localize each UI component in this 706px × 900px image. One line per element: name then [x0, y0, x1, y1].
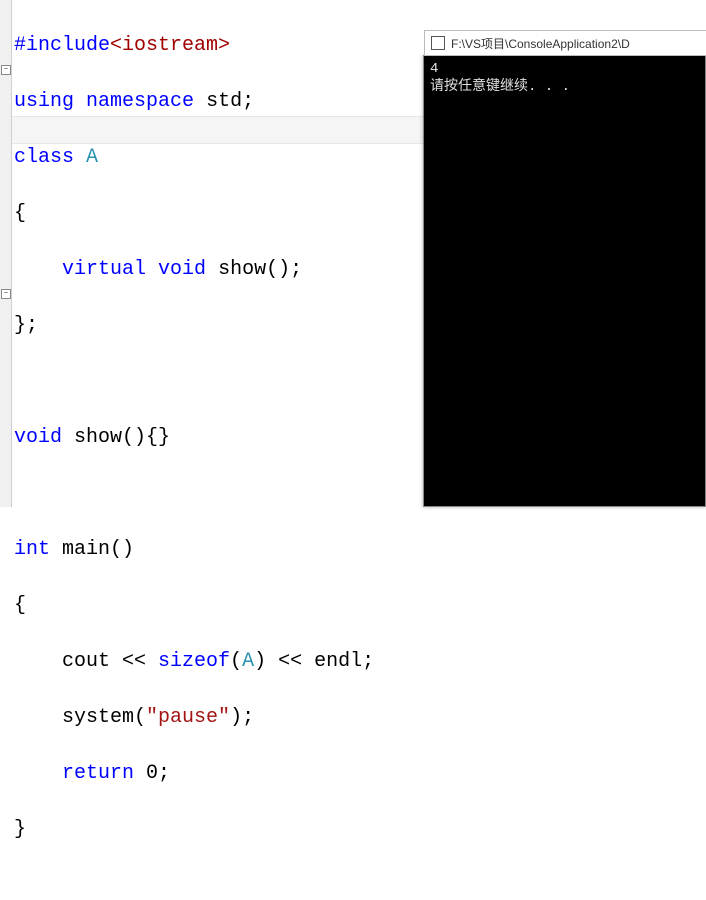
semi: ; — [242, 90, 254, 113]
code-content[interactable]: #include<iostream> using namespace std; … — [14, 4, 374, 900]
keyword: return — [62, 762, 134, 785]
code-line[interactable]: }; — [14, 312, 374, 340]
func: show — [74, 426, 122, 449]
brace: { — [14, 594, 26, 617]
fold-icon[interactable]: − — [1, 289, 11, 299]
console-window[interactable]: F:\VS项目\ConsoleApplication2\D 4 请按任意键继续.… — [423, 55, 706, 507]
type: A — [242, 650, 254, 673]
console-title-text: F:\VS项目\ConsoleApplication2\D — [451, 35, 630, 52]
code-line[interactable]: virtual void show(); — [14, 256, 374, 284]
paren: ); — [230, 706, 254, 729]
code-line[interactable]: using namespace std; — [14, 88, 374, 116]
indent — [14, 650, 62, 673]
ident: std — [206, 90, 242, 113]
code-line[interactable]: int main() — [14, 536, 374, 564]
parens: (){} — [122, 426, 170, 449]
output-line: 请按任意键继续. . . — [430, 79, 570, 95]
keyword: void — [158, 258, 206, 281]
console-app-icon — [431, 36, 445, 50]
string: "pause" — [146, 706, 230, 729]
brace: }; — [14, 314, 38, 337]
func: system — [62, 706, 134, 729]
code-line[interactable]: cout << sizeof(A) << endl; — [14, 648, 374, 676]
keyword: class — [14, 146, 74, 169]
output-line: 4 — [430, 61, 438, 77]
parens: (); — [266, 258, 302, 281]
console-titlebar[interactable]: F:\VS项目\ConsoleApplication2\D — [424, 30, 706, 56]
code-line[interactable]: return 0; — [14, 760, 374, 788]
code-line[interactable] — [14, 480, 374, 508]
keyword: int — [14, 538, 50, 561]
type: A — [86, 146, 98, 169]
brace: } — [14, 818, 26, 841]
code-line[interactable]: void show(){} — [14, 424, 374, 452]
gutter: − − — [0, 0, 12, 507]
code-line[interactable]: { — [14, 200, 374, 228]
keyword: namespace — [86, 90, 194, 113]
preproc: #include — [14, 34, 110, 57]
indent — [14, 706, 62, 729]
code-line[interactable]: { — [14, 592, 374, 620]
code-line[interactable]: class A — [14, 144, 374, 172]
keyword: using — [14, 90, 74, 113]
code-line[interactable]: } — [14, 816, 374, 844]
keyword: virtual — [62, 258, 146, 281]
indent — [14, 762, 62, 785]
code-line[interactable]: system("pause"); — [14, 704, 374, 732]
func: main — [62, 538, 110, 561]
parens: () — [110, 538, 134, 561]
func: show — [218, 258, 266, 281]
header: iostream — [122, 34, 218, 57]
fold-icon[interactable]: − — [1, 65, 11, 75]
console-output[interactable]: 4 请按任意键继续. . . — [424, 56, 705, 100]
brace: { — [14, 202, 26, 225]
text: ) << endl; — [254, 650, 374, 673]
keyword: void — [14, 426, 62, 449]
text: cout << — [62, 650, 158, 673]
text: 0; — [134, 762, 170, 785]
code-line[interactable]: #include<iostream> — [14, 32, 374, 60]
paren: ( — [230, 650, 242, 673]
indent — [14, 258, 62, 281]
code-line[interactable] — [14, 368, 374, 396]
angle: > — [218, 34, 230, 57]
keyword: sizeof — [158, 650, 230, 673]
paren: ( — [134, 706, 146, 729]
angle: < — [110, 34, 122, 57]
